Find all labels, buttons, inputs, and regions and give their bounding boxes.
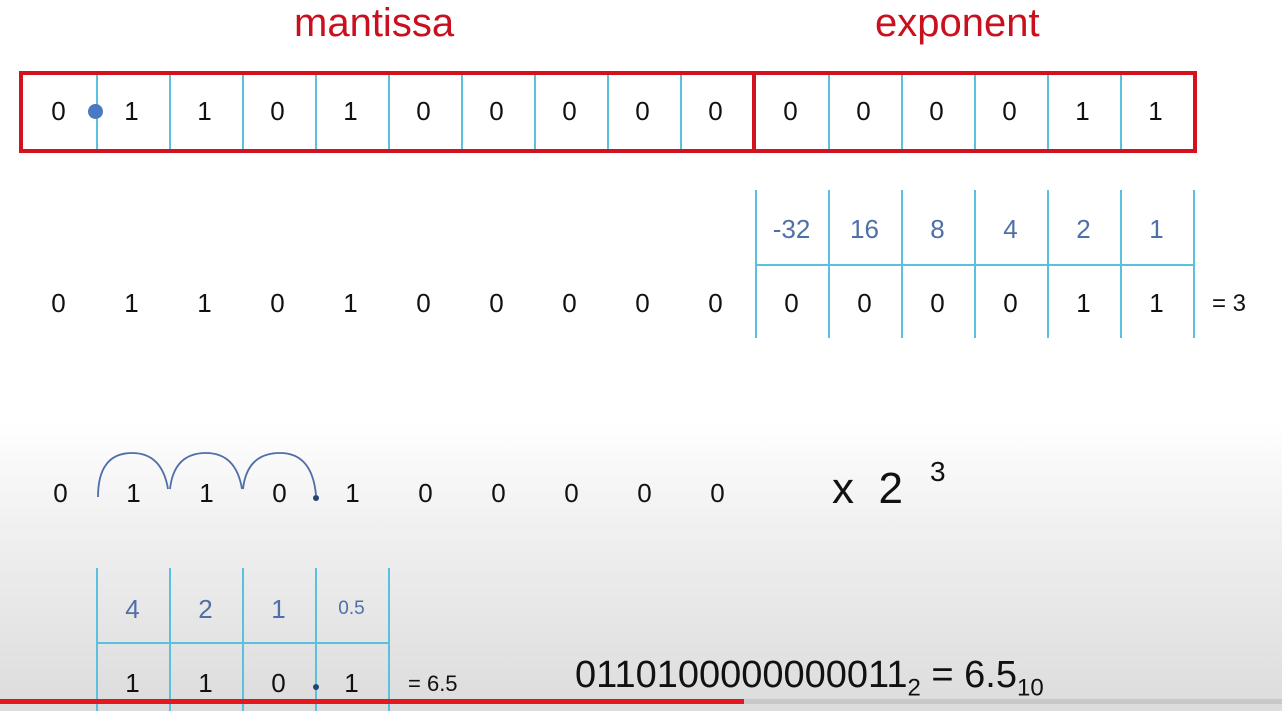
video-progress-track[interactable]: [744, 699, 1282, 704]
row3-mantissa-bit: 1: [199, 478, 214, 508]
final-binary: 0110100000000011: [575, 654, 908, 696]
row3-mantissa-bit: 0: [491, 478, 506, 508]
bottom-table-bit: 0: [271, 668, 286, 698]
register-grid-line: [169, 75, 171, 149]
bottom-table-bit: 1: [198, 668, 213, 698]
register-mantissa-bit: 0: [416, 96, 431, 126]
exponent-table-bit: 0: [784, 288, 799, 318]
bottom-place-value: 0.5: [338, 598, 365, 619]
final-base-decimal: 10: [1017, 674, 1044, 702]
final-equals: = 6.5: [931, 654, 1017, 696]
register-exponent-bit: 1: [1148, 96, 1163, 126]
exponent-table-line: [755, 264, 1195, 266]
row2-mantissa-bit: 0: [562, 288, 577, 318]
row2-mantissa-bit: 0: [51, 288, 66, 318]
final-equation: 01101000000000112 = 6.510: [575, 654, 1044, 703]
row2-mantissa-bit: 1: [343, 288, 358, 318]
bottom-place-value: 2: [198, 594, 213, 624]
bottom-place-value: 1: [271, 594, 286, 624]
register-mantissa-bit: 0: [489, 96, 504, 126]
exponent-heading: exponent: [875, 1, 1040, 45]
exponent-place-value: 4: [1003, 214, 1018, 244]
row2-mantissa-bit: 0: [708, 288, 723, 318]
row2-mantissa-bit: 1: [124, 288, 139, 318]
exponent-result: = 3: [1212, 290, 1247, 317]
exponent-table-bit: 0: [930, 288, 945, 318]
bottom-result: = 6.5: [408, 671, 458, 696]
row3-mantissa-bit: 1: [345, 478, 360, 508]
exponent-table-bit: 1: [1076, 288, 1091, 318]
row3-mantissa-bit: 0: [564, 478, 579, 508]
binary-point-dot: [88, 104, 103, 119]
exponent-place-value: 2: [1076, 214, 1091, 244]
register-mantissa-bit: 0: [635, 96, 650, 126]
row3-mantissa-bit: 0: [53, 478, 68, 508]
register-exponent-bit: 0: [856, 96, 871, 126]
register-grid-line: [1120, 75, 1122, 149]
mantissa-heading: mantissa: [294, 1, 455, 45]
exponent-place-value: 16: [850, 214, 879, 244]
register-mantissa-bit: 0: [708, 96, 723, 126]
register-mantissa-bit: 1: [197, 96, 212, 126]
exponent-table-bit: 0: [1003, 288, 1018, 318]
register-mantissa-bit: 1: [343, 96, 358, 126]
register-grid-line: [315, 75, 317, 149]
final-base-binary: 2: [907, 674, 921, 702]
register-mantissa-bit: 0: [51, 96, 66, 126]
row2-mantissa-bit: 0: [416, 288, 431, 318]
video-progress-bar[interactable]: [0, 699, 744, 704]
row2-mantissa-bit: 0: [635, 288, 650, 318]
register-grid-line: [607, 75, 609, 149]
register-mantissa-bit: 1: [124, 96, 139, 126]
bottom-place-value: 4: [125, 594, 140, 624]
bottom-binary-point-dot: [313, 684, 319, 690]
multiplier-power: 3: [930, 456, 946, 487]
register-grid-line: [388, 75, 390, 149]
row3-mantissa-bit: 1: [126, 478, 141, 508]
bottom-table-line: [388, 568, 390, 711]
register-exponent-bit: 1: [1075, 96, 1090, 126]
exponent-table-bit: 0: [857, 288, 872, 318]
register-grid-line: [901, 75, 903, 149]
row2-mantissa-bit: 0: [270, 288, 285, 318]
register-exponent-bit: 0: [929, 96, 944, 126]
row3-mantissa-bit: 0: [418, 478, 433, 508]
register-grid-line: [974, 75, 976, 149]
register-exponent-bit: 0: [783, 96, 798, 126]
bottom-table-bit: 1: [125, 668, 140, 698]
row2-mantissa-bit: 0: [489, 288, 504, 318]
register-grid-line: [534, 75, 536, 149]
register-grid-line: [461, 75, 463, 149]
exponent-place-value: -32: [772, 214, 811, 244]
bottom-table-bit: 1: [344, 668, 359, 698]
multiplier-text: x 2: [832, 464, 903, 513]
row2-mantissa-bit: 1: [197, 288, 212, 318]
register-grid-line: [680, 75, 682, 149]
register-grid-line: [242, 75, 244, 149]
register-grid-line: [828, 75, 830, 149]
bottom-table-line: [96, 642, 390, 644]
row3-mantissa-bit: 0: [272, 478, 287, 508]
register-exponent-bit: 0: [1002, 96, 1017, 126]
row3-mantissa-bit: 0: [637, 478, 652, 508]
exponent-place-value: 1: [1149, 214, 1164, 244]
register-mantissa-bit: 0: [562, 96, 577, 126]
exponent-table-bit: 1: [1149, 288, 1164, 318]
register-grid-line: [1047, 75, 1049, 149]
exponent-place-value: 8: [930, 214, 945, 244]
register-mantissa-bit: 0: [270, 96, 285, 126]
row3-mantissa-bit: 0: [710, 478, 725, 508]
